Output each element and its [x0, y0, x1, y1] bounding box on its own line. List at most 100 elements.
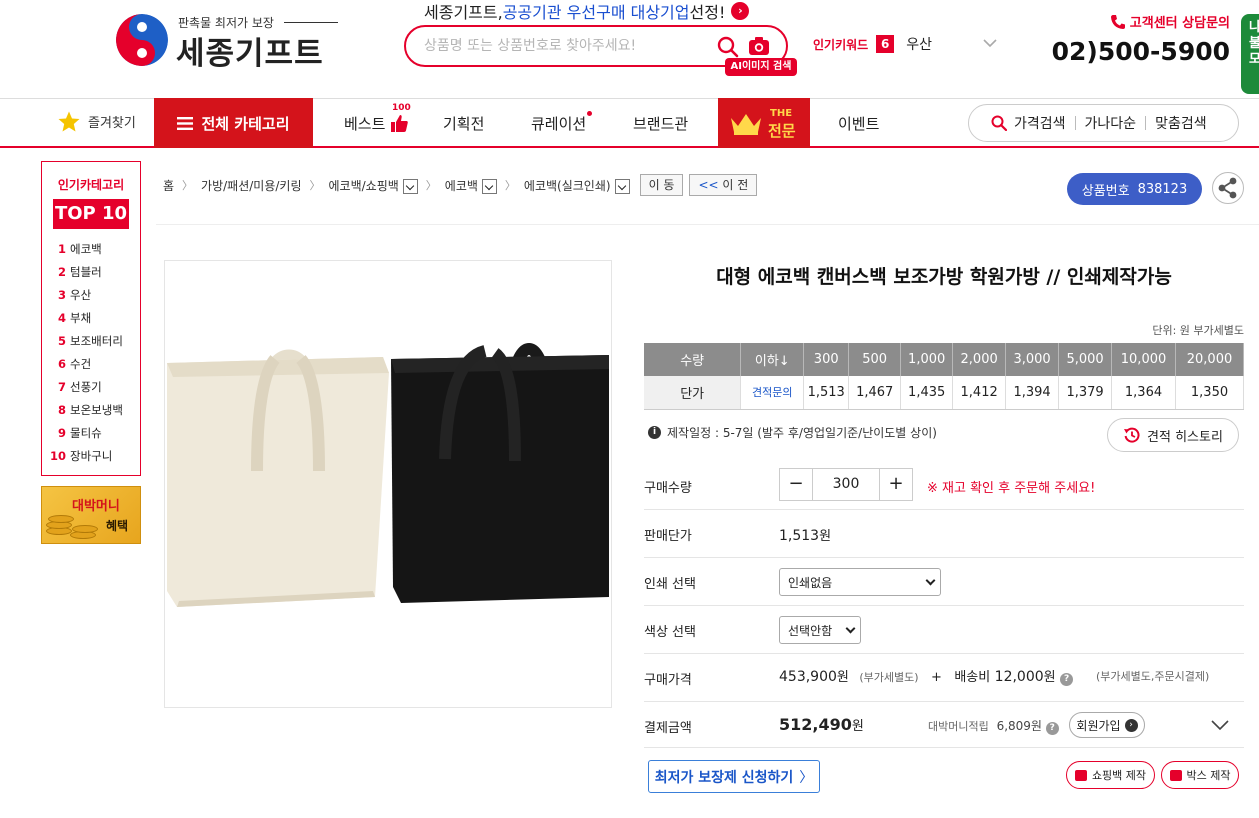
box-icon [1169, 769, 1182, 781]
divider [1074, 116, 1076, 130]
nav-the-specialty[interactable]: THE 전문 [718, 98, 810, 148]
jackpot-money-info: 대박머니적립 6,809원 ? [928, 717, 1059, 735]
signup-label: 회원가입 [1076, 718, 1121, 733]
popular-item[interactable]: 10 장바구니 [42, 444, 140, 467]
all-category-button[interactable]: 전체 카테고리 [154, 98, 313, 148]
nav-curation-label: 큐레이션 [531, 115, 587, 133]
popular-item[interactable]: 3 우산 [42, 283, 140, 306]
breadcrumb-level4[interactable]: 에코백(실크인쇄) [524, 177, 611, 194]
rank: 4 [57, 310, 66, 325]
breadcrumb-level2[interactable]: 에코백/쇼핑백 [329, 177, 399, 194]
price-cell: 1,412 [952, 376, 1007, 410]
popular-item[interactable]: 4 부채 [42, 306, 140, 329]
product-title: 대형 에코백 캔버스백 보조가방 학원가방 // 인쇄제작가능 [716, 266, 1172, 288]
crown-icon [731, 114, 761, 135]
price-cell: 1,435 [900, 376, 954, 410]
popular-item[interactable]: 7 선풍기 [42, 375, 140, 398]
chevron-down-icon[interactable] [1210, 718, 1230, 732]
site-logo[interactable]: 판촉물 최저가 보장 세종기프트 [116, 14, 346, 72]
share-button[interactable] [1212, 172, 1244, 204]
help-icon[interactable]: ? [1045, 722, 1059, 735]
nav-brand[interactable]: 브랜드관 [633, 113, 688, 134]
breadcrumb-level2-select[interactable] [402, 178, 418, 194]
shipping-price: 12,000 [994, 669, 1044, 685]
purchase-price-label: 구매가격 [644, 673, 692, 688]
print-option-value: 인쇄없음 [788, 575, 833, 590]
popular-item-label: 텀블러 [70, 264, 102, 279]
side-tab-text: 나불모 [1249, 20, 1259, 67]
nav-curation[interactable]: 큐레이션 [531, 111, 592, 134]
price-table: 수량 이하↓ 300 500 1,000 2,000 3,000 5,000 1… [644, 343, 1244, 410]
tote-bags-image [167, 342, 609, 607]
shopping-bag-make-button[interactable]: 쇼핑백 제작 [1066, 761, 1155, 789]
ai-image-search-badge[interactable]: AI이미지 검색 [725, 58, 797, 76]
top10-badge: TOP 10 [53, 199, 129, 229]
rank: 5 [57, 333, 66, 348]
breadcrumb-level3[interactable]: 에코백 [445, 177, 478, 194]
popular-item[interactable]: 9 물티슈 [42, 421, 140, 444]
quote-inquiry-link[interactable]: 견적문의 [740, 376, 805, 410]
price-search-link[interactable]: 가격검색 [1014, 113, 1066, 133]
logo-mark-icon [116, 14, 168, 66]
product-image[interactable] [164, 260, 612, 708]
breadcrumb-level3-select[interactable] [481, 178, 497, 194]
qty-cell: 5,000 [1058, 343, 1113, 376]
chevron-right-icon[interactable]: › [731, 2, 750, 20]
best-badge: 100 [392, 103, 411, 113]
box-make-label: 박스 제작 [1186, 769, 1231, 782]
color-option-select[interactable]: 선택안함 [779, 616, 861, 644]
popular-item[interactable]: 8 보온보냉백 [42, 398, 140, 421]
popular-item[interactable]: 6 수건 [42, 352, 140, 375]
signup-button[interactable]: 회원가입 › [1069, 712, 1145, 738]
print-option-select[interactable]: 인쇄없음 [779, 568, 941, 596]
nav-exhibition[interactable]: 기획전 [443, 113, 484, 134]
promo-banner[interactable]: 세종기프트, 공공기관 우선구매 대상기업 선정! › [424, 0, 750, 22]
logo-tagline-line [284, 22, 338, 23]
nav-the-label: THE [770, 108, 793, 119]
move-button[interactable]: 이 동 [639, 174, 684, 196]
minus-button[interactable]: − [780, 469, 812, 500]
quote-history-button[interactable]: 견적 히스토리 [1107, 418, 1239, 452]
popular-item[interactable]: 2 텀블러 [42, 260, 140, 283]
new-dot [587, 111, 592, 116]
search-icon[interactable] [716, 35, 740, 59]
section-divider [156, 224, 1259, 225]
breadcrumb-home[interactable]: 홈 [163, 177, 174, 194]
help-icon[interactable]: ? [1060, 673, 1074, 686]
qty-cell: 1,000 [900, 343, 954, 376]
quote-history-label: 견적 히스토리 [1147, 429, 1223, 445]
popular-item-label: 우산 [70, 287, 92, 302]
unit-price: 1,513 [779, 528, 820, 544]
price-table-price-row: 단가 견적문의 1,513 1,467 1,435 1,412 1,394 1,… [644, 376, 1244, 410]
search-input[interactable] [424, 35, 704, 57]
lowest-price-guarantee-button[interactable]: 최저가 보장제 신청하기 〉 [648, 760, 820, 793]
popular-item[interactable]: 1 에코백 [42, 237, 140, 260]
banner-title: 대박머니 [72, 499, 120, 514]
favorites-button[interactable]: 즐겨찾기 [58, 111, 136, 132]
nav-event[interactable]: 이벤트 [838, 113, 879, 134]
chevron-down-icon[interactable] [982, 36, 998, 50]
nav-best[interactable]: 베스트 100 [344, 103, 411, 134]
price-cell: 1,467 [848, 376, 902, 410]
previous-button[interactable]: << 이 전 [689, 174, 758, 196]
quantity-input[interactable]: 300 [812, 469, 880, 500]
hamburger-icon [177, 116, 194, 130]
side-quick-tab[interactable]: 나불모 [1241, 14, 1259, 94]
rank: 10 [49, 448, 66, 463]
won-unit: 원 [1030, 719, 1042, 733]
total-price-label: 결제금액 [644, 721, 692, 736]
breadcrumb-level1[interactable]: 가방/패션/미용/키링 [201, 177, 301, 194]
camera-icon[interactable] [748, 36, 770, 56]
custom-search-link[interactable]: 맞춤검색 [1155, 113, 1207, 133]
popular-item[interactable]: 5 보조배터리 [42, 329, 140, 352]
jackpot-money-banner[interactable]: 대박머니 혜택 [41, 486, 141, 544]
popular-keyword[interactable]: 인기키워드 6 우산 [813, 34, 932, 54]
alpha-search-link[interactable]: 가나다순 [1085, 113, 1137, 133]
box-make-button[interactable]: 박스 제작 [1161, 761, 1239, 789]
plus-button[interactable]: + [880, 469, 912, 500]
breadcrumb-level4-select[interactable] [614, 178, 630, 194]
coin-icon [48, 515, 74, 523]
customer-center-phone: 02)500-5900 [1051, 37, 1230, 66]
shopping-bag-make-label: 쇼핑백 제작 [1091, 769, 1147, 782]
keyword-word[interactable]: 우산 [906, 34, 932, 54]
